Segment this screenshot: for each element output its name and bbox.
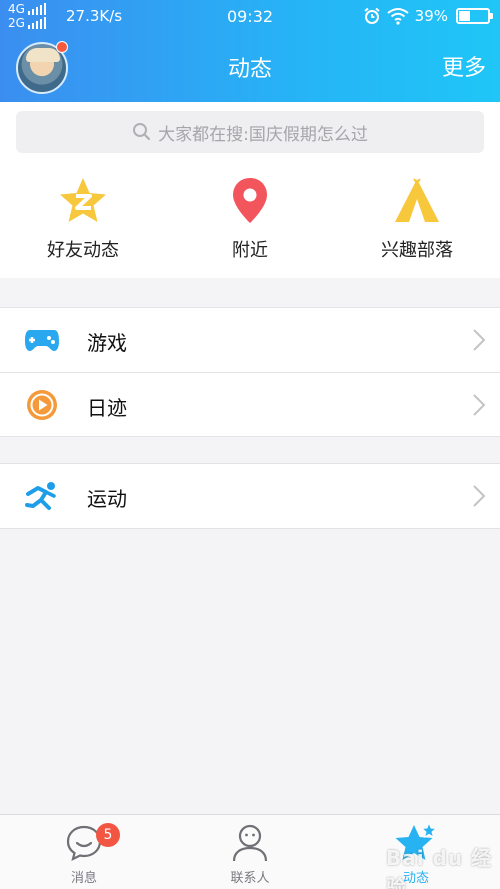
menu-item-daily-trace[interactable]: 日迹	[0, 372, 500, 436]
gamepad-icon	[25, 330, 59, 351]
unread-badge: 5	[96, 823, 120, 847]
menu-group-2: 运动	[0, 463, 500, 529]
status-right: 39%	[363, 5, 493, 27]
quick-entry-interest-tribe[interactable]: 兴趣部落	[347, 176, 487, 262]
menu-item-label: 运动	[87, 487, 127, 511]
chevron-right-icon	[473, 329, 486, 351]
quick-entry-label: 兴趣部落	[381, 240, 453, 261]
location-pin-icon	[233, 178, 267, 223]
battery-percent: 39%	[414, 7, 448, 25]
search-icon	[133, 123, 151, 141]
person-icon	[232, 824, 268, 862]
tab-label: 联系人	[230, 871, 270, 886]
header: 动态 更多	[0, 32, 500, 102]
quick-entry-label: 附近	[232, 240, 268, 261]
runner-icon	[25, 482, 56, 510]
status-bar: 4G 2G 27.3K/s 09:32 39%	[0, 0, 500, 32]
tent-icon	[395, 178, 439, 222]
tab-messages[interactable]: 5 消息	[24, 821, 144, 886]
wifi-icon	[387, 8, 409, 25]
top-bar: 4G 2G 27.3K/s 09:32 39% 动态 更多	[0, 0, 500, 102]
search-section: 大家都在搜:国庆假期怎么过	[0, 102, 500, 162]
chevron-right-icon	[473, 485, 486, 507]
tab-label: 消息	[70, 871, 97, 886]
chevron-right-icon	[473, 394, 486, 416]
search-placeholder: 大家都在搜:国庆假期怎么过	[158, 124, 368, 145]
tab-contacts[interactable]: 联系人	[190, 821, 310, 886]
quick-entry-nearby[interactable]: 附近	[180, 176, 320, 262]
more-button[interactable]: 更多	[442, 50, 486, 82]
star-z-icon	[60, 178, 106, 222]
menu-item-label: 游戏	[87, 331, 127, 355]
page-title: 动态	[227, 57, 272, 82]
play-circle-icon	[27, 390, 57, 420]
menu-item-sports[interactable]: 运动	[0, 464, 500, 528]
menu-item-label: 日迹	[87, 396, 127, 420]
menu-group-1: 游戏 日迹	[0, 307, 500, 437]
menu-item-games[interactable]: 游戏	[0, 308, 500, 372]
quick-entry-friends-feed[interactable]: 好友动态	[13, 176, 153, 262]
quick-entries: 好友动态 附近 兴趣部落	[0, 162, 500, 278]
battery-icon	[456, 8, 493, 24]
search-input[interactable]: 大家都在搜:国庆假期怎么过	[16, 111, 484, 153]
alarm-icon	[364, 7, 380, 24]
watermark: Bai du 经验	[386, 846, 493, 889]
quick-entry-label: 好友动态	[47, 240, 119, 261]
